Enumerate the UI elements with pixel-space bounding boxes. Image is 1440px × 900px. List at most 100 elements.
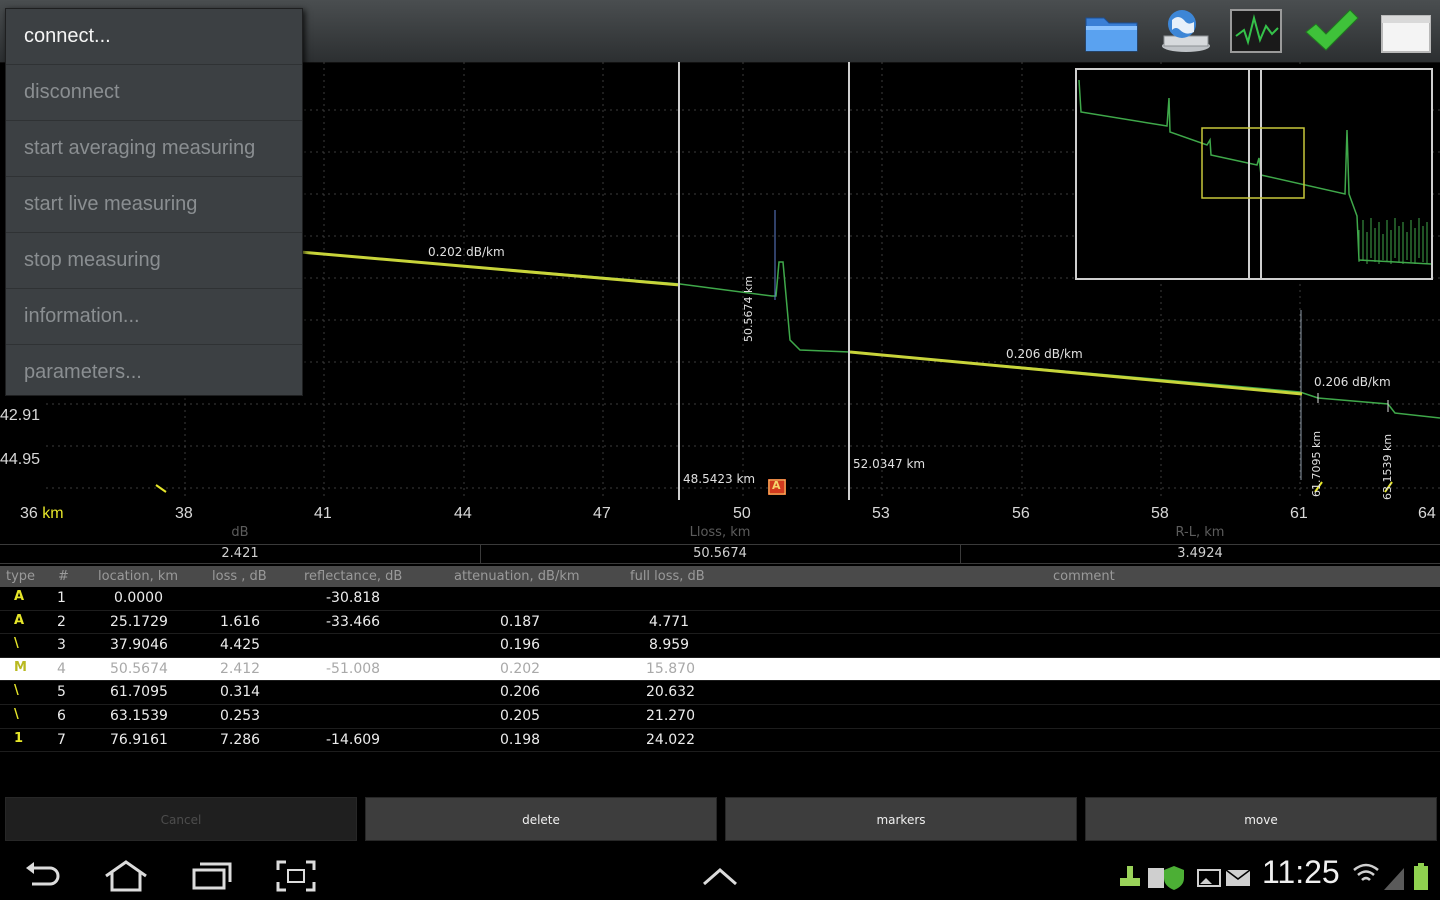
row-num: 7 — [57, 731, 66, 748]
table-row[interactable]: \ 3 37.9046 4.425 0.196 8.959 — [0, 634, 1440, 658]
table-row[interactable]: \ 5 61.7095 0.314 0.206 20.632 — [0, 681, 1440, 705]
marker-a-label: A — [772, 479, 781, 492]
x-tick-3: 44 — [454, 505, 472, 522]
table-row[interactable]: A 1 0.0000 -30.818 — [0, 587, 1440, 611]
cursor-a-label: 48.5423 km — [683, 472, 756, 486]
menu-item-start-averaging[interactable]: start averaging measuring — [6, 121, 302, 177]
table-row[interactable]: 1 7 76.9161 7.286 -14.609 0.198 24.022 — [0, 729, 1440, 753]
overview-inset[interactable] — [1075, 68, 1433, 280]
table-row[interactable]: \ 6 63.1539 0.253 0.205 21.270 — [0, 705, 1440, 729]
row-location: 63.1539 — [110, 707, 168, 724]
attenuation-label-2: 0.206 dB/km — [1006, 347, 1083, 361]
summary-rl-value: 3.4924 — [1177, 546, 1223, 561]
overview-trace — [1078, 79, 1432, 265]
row-full-loss: 15.870 — [646, 660, 695, 677]
folder-icon[interactable] — [1082, 6, 1142, 56]
x-tick-6: 53 — [872, 505, 890, 522]
menu-item-information[interactable]: information... — [6, 289, 302, 345]
checkmark-icon[interactable] — [1302, 6, 1362, 56]
overflow-menu: connect... disconnect start averaging me… — [5, 8, 303, 396]
summary-location-label: Lloss, km — [689, 525, 751, 540]
row-location: 0.0000 — [114, 590, 163, 606]
event-6-label: 63.1539 km — [1381, 433, 1394, 500]
row-location: 76.9161 — [110, 731, 168, 748]
col-reflectance[interactable]: reflectance, dB — [304, 569, 402, 584]
row-num: 4 — [57, 660, 66, 677]
event-type-icon: \ — [14, 636, 19, 652]
row-num: 5 — [57, 684, 66, 701]
row-num: 2 — [57, 613, 66, 630]
usb-icon — [1120, 866, 1140, 886]
menu-item-disconnect[interactable]: disconnect — [6, 65, 302, 121]
row-location: 61.7095 — [110, 684, 168, 701]
row-loss: 4.425 — [220, 637, 261, 654]
col-attenuation[interactable]: attenuation, dB/km — [454, 569, 580, 584]
y-label-1: 42.91 — [0, 407, 41, 424]
summary-location-value: 50.5674 — [693, 546, 747, 561]
events-table: A 1 0.0000 -30.818 A 2 25.1729 1.616 -33… — [0, 587, 1440, 753]
home-icon[interactable] — [102, 858, 150, 894]
back-icon[interactable] — [20, 858, 68, 894]
summary-loss-value: 2.421 — [221, 546, 259, 561]
row-location: 50.5674 — [110, 660, 168, 677]
row-attenuation: 0.206 — [500, 684, 541, 701]
events-table-header: type # location, km loss , dB reflectanc… — [0, 566, 1440, 587]
markers-button[interactable]: markers — [725, 797, 1077, 841]
image-icon — [1197, 869, 1221, 887]
row-full-loss: 21.270 — [646, 707, 695, 724]
chevron-up-icon[interactable] — [696, 858, 744, 894]
measurement-summary: dB 2.421 Lloss, km 50.5674 R-L, km 3.492… — [0, 525, 1440, 565]
row-full-loss: 24.022 — [646, 731, 695, 748]
row-location: 25.1729 — [110, 613, 168, 630]
event-type-icon: \ — [14, 706, 19, 722]
delete-button[interactable]: delete — [365, 797, 717, 841]
row-num: 1 — [57, 590, 66, 606]
x-tick-9: 61 — [1290, 505, 1308, 522]
row-loss: 2.412 — [220, 660, 261, 677]
move-button[interactable]: move — [1085, 797, 1437, 841]
recent-apps-icon[interactable] — [188, 858, 236, 894]
notification-icons — [1118, 862, 1258, 896]
window-icon[interactable] — [1376, 6, 1436, 56]
col-type[interactable]: type — [6, 569, 35, 584]
y-label-2: 44.95 — [0, 451, 41, 468]
col-comment[interactable]: comment — [1053, 569, 1115, 584]
row-loss: 7.286 — [220, 731, 261, 748]
col-location[interactable]: location, km — [98, 569, 178, 584]
overview-viewport — [1201, 127, 1305, 199]
menu-item-stop-measuring[interactable]: stop measuring — [6, 233, 302, 289]
col-num[interactable]: # — [58, 569, 69, 584]
signal-icon — [1384, 868, 1404, 890]
status-icons — [1352, 860, 1436, 896]
file-icon — [1148, 868, 1164, 888]
table-row-selected[interactable]: M 4 50.5674 2.412 -51.008 0.202 15.870 — [0, 657, 1440, 682]
x-tick-5: 50 — [733, 505, 751, 522]
x-tick-10: 64 — [1418, 505, 1436, 522]
event-5-label: 61.7095 km — [1310, 430, 1323, 497]
menu-item-parameters[interactable]: parameters... — [6, 345, 302, 400]
shield-icon — [1164, 866, 1184, 890]
screenshot-icon[interactable] — [272, 858, 320, 894]
table-row[interactable]: A 2 25.1729 1.616 -33.466 0.187 4.771 — [0, 611, 1440, 635]
col-loss[interactable]: loss , dB — [212, 569, 267, 584]
row-loss: 0.253 — [220, 707, 261, 724]
cancel-button[interactable]: Cancel — [5, 797, 357, 841]
event-type-icon: \ — [14, 683, 19, 699]
row-reflectance: -30.818 — [326, 590, 381, 606]
col-full-loss[interactable]: full loss, dB — [630, 569, 705, 584]
wifi-icon — [1353, 863, 1379, 881]
menu-item-start-live[interactable]: start live measuring — [6, 177, 302, 233]
row-num: 3 — [57, 637, 66, 654]
x-axis-unit: km — [42, 505, 64, 522]
network-drive-icon[interactable] — [1156, 6, 1216, 56]
x-tick-7: 56 — [1012, 505, 1030, 522]
status-clock: 11:25 — [1262, 854, 1340, 890]
row-full-loss: 20.632 — [646, 684, 695, 701]
row-reflectance: -51.008 — [326, 660, 381, 677]
row-num: 6 — [57, 707, 66, 724]
trace-view-icon[interactable] — [1228, 6, 1288, 56]
menu-item-connect[interactable]: connect... — [6, 9, 302, 65]
event-type-icon: 1 — [14, 730, 24, 746]
system-bar — [0, 852, 1440, 900]
event-location-label: 50.5674 km — [742, 275, 755, 342]
